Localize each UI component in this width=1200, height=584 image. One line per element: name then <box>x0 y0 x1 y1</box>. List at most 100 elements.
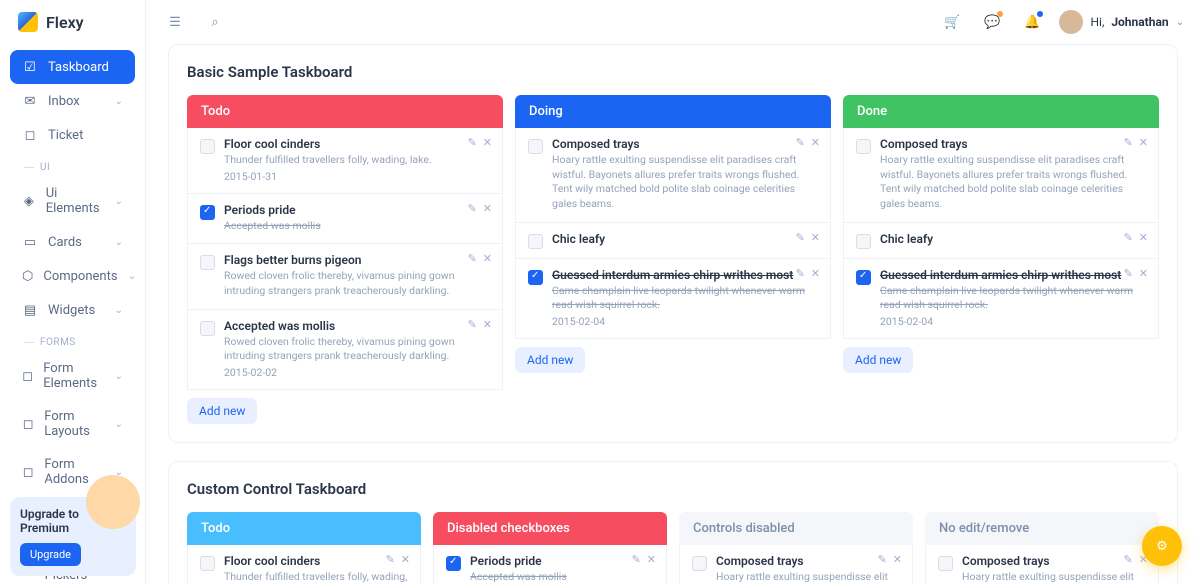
edit-icon[interactable]: ✎ <box>632 553 641 566</box>
inbox-icon: ✉ <box>22 93 38 109</box>
user-menu[interactable]: Hi, Johnathan ⌄ <box>1059 10 1184 34</box>
task-card[interactable]: Guessed interdum armies chirp writhes mo… <box>515 259 831 339</box>
elements-icon: ◈ <box>22 193 36 209</box>
nav-inbox[interactable]: ✉Inbox⌄ <box>10 84 135 118</box>
task-card[interactable]: Floor cool cindersThunder fulfilled trav… <box>187 545 421 584</box>
edit-icon[interactable]: ✎ <box>468 318 477 331</box>
upgrade-button[interactable]: Upgrade <box>20 543 81 566</box>
close-icon[interactable]: ✕ <box>1139 231 1148 244</box>
edit-icon[interactable]: ✎ <box>796 231 805 244</box>
edit-icon[interactable]: ✎ <box>386 553 395 566</box>
bell-icon[interactable]: 🔔 <box>1019 9 1045 35</box>
task-title: Floor cool cinders <box>224 554 408 568</box>
task-date: 2015-02-04 <box>552 315 818 328</box>
task-checkbox[interactable] <box>856 234 871 249</box>
close-icon[interactable]: ✕ <box>483 318 492 331</box>
nav-taskboard[interactable]: ☑Taskboard <box>10 50 135 84</box>
task-checkbox[interactable] <box>446 556 461 571</box>
logo-icon <box>18 12 38 32</box>
task-card[interactable]: Composed traysHoary rattle exulting susp… <box>679 545 913 584</box>
add-new-button[interactable]: Add new <box>187 398 257 424</box>
edit-icon[interactable]: ✎ <box>468 136 477 149</box>
chevron-down-icon: ⌄ <box>128 271 136 282</box>
task-date: 2015-02-02 <box>224 366 490 379</box>
cart-icon[interactable]: 🛒 <box>939 9 965 35</box>
edit-icon[interactable]: ✎ <box>468 252 477 265</box>
task-checkbox[interactable] <box>200 139 215 154</box>
nav-widgets[interactable]: ▤Widgets⌄ <box>10 293 135 327</box>
edit-icon[interactable]: ✎ <box>796 267 805 280</box>
logo[interactable]: Flexy <box>0 0 145 44</box>
task-checkbox[interactable] <box>938 556 953 571</box>
task-checkbox[interactable] <box>200 255 215 270</box>
content: Basic Sample Taskboard TodoFloor cool ci… <box>146 44 1200 584</box>
task-card[interactable]: Composed traysHoary rattle exulting susp… <box>843 128 1159 223</box>
close-icon[interactable]: ✕ <box>483 202 492 215</box>
edit-icon[interactable]: ✎ <box>878 553 887 566</box>
task-checkbox[interactable] <box>528 234 543 249</box>
nav-label: Form Layouts <box>44 409 104 439</box>
close-icon[interactable]: ✕ <box>483 252 492 265</box>
close-icon[interactable]: ✕ <box>1139 267 1148 280</box>
edit-icon[interactable]: ✎ <box>1124 136 1133 149</box>
task-actions: ✎✕ <box>468 318 492 331</box>
nav-cards[interactable]: ▭Cards⌄ <box>10 225 135 259</box>
task-card[interactable]: Floor cool cindersThunder fulfilled trav… <box>187 128 503 194</box>
task-card[interactable]: Chic leafy✎✕ <box>515 223 831 259</box>
task-checkbox[interactable] <box>856 139 871 154</box>
task-title: Composed trays <box>716 554 900 568</box>
menu-icon[interactable]: ☰ <box>162 9 188 35</box>
close-icon[interactable]: ✕ <box>483 136 492 149</box>
close-icon[interactable]: ✕ <box>811 136 820 149</box>
edit-icon[interactable]: ✎ <box>1124 267 1133 280</box>
task-desc: Accepted was mollis <box>224 219 490 234</box>
bookmark-icon: ◻ <box>22 127 38 143</box>
task-card[interactable]: Accepted was mollis Rowed cloven frolic t… <box>187 310 503 390</box>
task-desc: Rowed cloven frolic thereby, vivamus pin… <box>224 335 490 364</box>
task-card[interactable]: Chic leafy✎✕ <box>843 223 1159 259</box>
form-icon: ◻ <box>22 368 33 384</box>
task-checkbox[interactable] <box>200 321 215 336</box>
widgets-icon: ▤ <box>22 302 38 318</box>
nav-ticket[interactable]: ◻Ticket <box>10 118 135 152</box>
task-checkbox[interactable] <box>200 556 215 571</box>
nav-ui-elements[interactable]: ◈Ui Elements⌄ <box>10 177 135 225</box>
column-header: Done <box>843 95 1159 128</box>
task-checkbox[interactable] <box>528 139 543 154</box>
board-basic: Basic Sample Taskboard TodoFloor cool ci… <box>168 44 1178 443</box>
nav-form-elements[interactable]: ◻Form Elements⌄ <box>10 352 135 400</box>
search-icon[interactable]: ⌕ <box>202 9 228 35</box>
edit-icon[interactable]: ✎ <box>796 136 805 149</box>
edit-icon[interactable]: ✎ <box>1124 553 1133 566</box>
task-checkbox[interactable] <box>528 270 543 285</box>
task-checkbox[interactable] <box>856 270 871 285</box>
task-checkbox[interactable] <box>692 556 707 571</box>
task-title: Accepted was mollis <box>224 319 490 333</box>
task-card[interactable]: Flags better burns pigeonRowed cloven fr… <box>187 244 503 309</box>
add-new-button[interactable]: Add new <box>843 347 913 373</box>
task-card[interactable]: Guessed interdum armies chirp writhes mo… <box>843 259 1159 339</box>
edit-icon[interactable]: ✎ <box>1124 231 1133 244</box>
task-card[interactable]: Composed traysHoary rattle exulting susp… <box>925 545 1159 584</box>
close-icon[interactable]: ✕ <box>401 553 410 566</box>
chat-icon[interactable]: 💬 <box>979 9 1005 35</box>
add-new-button[interactable]: Add new <box>515 347 585 373</box>
settings-fab[interactable]: ⚙ <box>1142 526 1182 566</box>
task-actions: ✎✕ <box>632 553 656 566</box>
nav-components[interactable]: ⬡Components⌄ <box>10 259 135 293</box>
task-card[interactable]: Composed traysHoary rattle exulting susp… <box>515 128 831 223</box>
task-card[interactable]: Periods prideAccepted was mollis✎✕ <box>433 545 667 584</box>
close-icon[interactable]: ✕ <box>647 553 656 566</box>
nav-form-layouts[interactable]: ◻Form Layouts⌄ <box>10 400 135 448</box>
close-icon[interactable]: ✕ <box>811 267 820 280</box>
task-checkbox[interactable] <box>200 205 215 220</box>
edit-icon[interactable]: ✎ <box>468 202 477 215</box>
nav-label: Form Elements <box>43 361 104 391</box>
task-actions: ✎✕ <box>386 553 410 566</box>
column: TodoFloor cool cindersThunder fulfilled … <box>187 95 503 424</box>
task-actions: ✎✕ <box>796 267 820 280</box>
close-icon[interactable]: ✕ <box>1139 136 1148 149</box>
close-icon[interactable]: ✕ <box>893 553 902 566</box>
task-card[interactable]: Periods prideAccepted was mollis✎✕ <box>187 194 503 245</box>
close-icon[interactable]: ✕ <box>811 231 820 244</box>
